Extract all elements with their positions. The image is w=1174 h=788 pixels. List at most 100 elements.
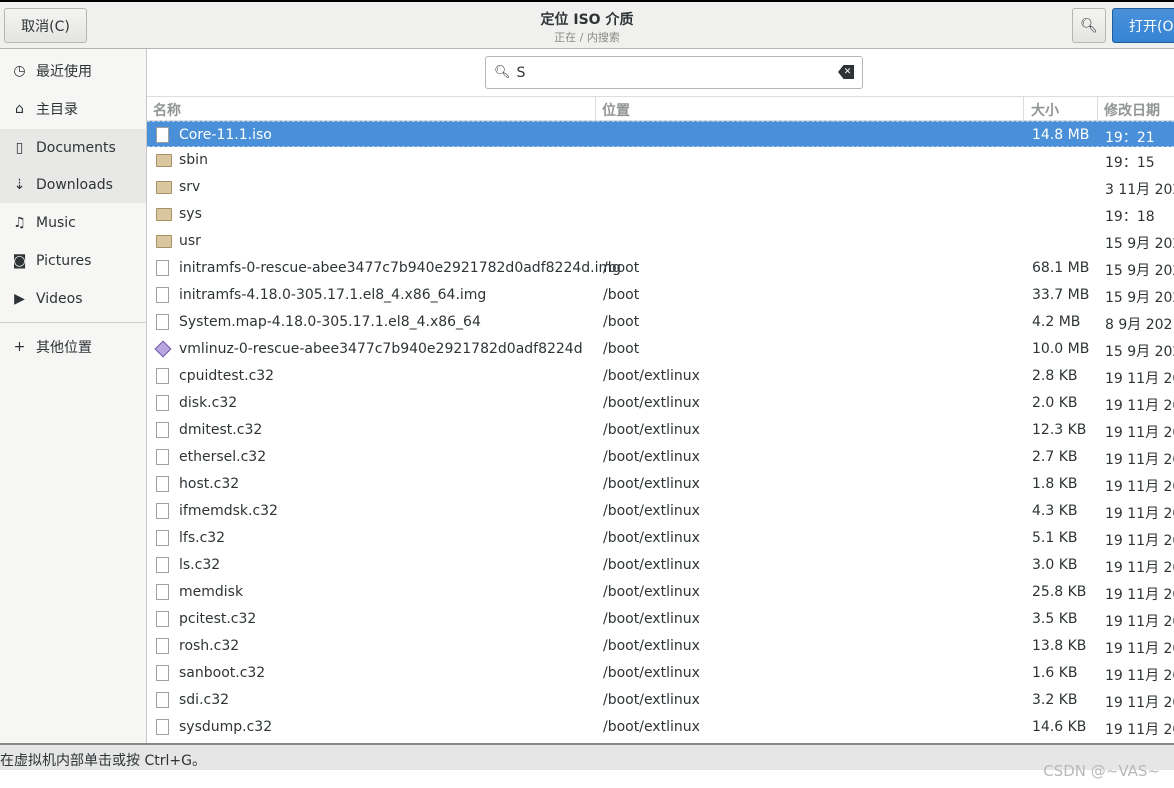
table-row[interactable]: ifmemdsk.c32 /boot/extlinux 4.3 KB 19 11… xyxy=(147,498,1174,525)
dialog-title: 定位 ISO 介质 xyxy=(540,12,634,28)
file-modified: 19：21 xyxy=(1105,130,1155,146)
file-modified: 19 11月 2020 xyxy=(1105,695,1174,711)
file-size: 2.7 KB xyxy=(1032,449,1078,465)
file-size: 3.2 KB xyxy=(1032,692,1078,708)
file-location: /boot/extlinux xyxy=(603,530,700,546)
table-row[interactable]: initramfs-4.18.0-305.17.1.el8_4.x86_64.i… xyxy=(147,282,1174,309)
file-icon xyxy=(156,584,169,600)
file-location: /boot/extlinux xyxy=(603,665,700,681)
file-size: 14.6 KB xyxy=(1032,719,1087,735)
file-icon xyxy=(156,422,169,438)
table-row[interactable]: memdisk /boot/extlinux 25.8 KB 19 11月 20… xyxy=(147,579,1174,606)
file-size: 12.3 KB xyxy=(1032,422,1087,438)
table-row[interactable]: disk.c32 /boot/extlinux 2.0 KB 19 11月 20… xyxy=(147,390,1174,417)
open-button[interactable]: 打开(O) xyxy=(1112,8,1174,43)
file-modified: 15 9月 2021 xyxy=(1105,236,1174,252)
search-input[interactable]: 🔍︎ S ✕ xyxy=(485,56,863,89)
table-row[interactable]: lfs.c32 /boot/extlinux 5.1 KB 19 11月 202… xyxy=(147,525,1174,552)
camera-icon: ◙ xyxy=(12,252,27,269)
column-modified[interactable]: 修改日期 xyxy=(1104,100,1160,120)
file-modified: 19 11月 2020 xyxy=(1105,641,1174,657)
file-modified: 19 11月 2020 xyxy=(1105,506,1174,522)
dialog-subtitle: 正在 / 内搜索 xyxy=(554,31,620,44)
table-row[interactable]: host.c32 /boot/extlinux 1.8 KB 19 11月 20… xyxy=(147,471,1174,498)
file-size: 3.0 KB xyxy=(1032,557,1078,573)
file-size: 68.1 MB xyxy=(1032,260,1090,276)
table-row[interactable]: pcitest.c32 /boot/extlinux 3.5 KB 19 11月… xyxy=(147,606,1174,633)
table-row[interactable]: ethersel.c32 /boot/extlinux 2.7 KB 19 11… xyxy=(147,444,1174,471)
file-name: cpuidtest.c32 xyxy=(179,368,275,384)
sidebar-item-label: Pictures xyxy=(36,252,92,269)
file-icon xyxy=(156,611,169,627)
file-name: host.c32 xyxy=(179,476,240,492)
sidebar-item-1[interactable]: ⌂ 主目录 xyxy=(0,90,146,127)
bottom-area xyxy=(0,770,1174,788)
file-icon xyxy=(156,665,169,681)
file-name: Core-11.1.iso xyxy=(179,127,272,143)
table-row[interactable]: rosh.c32 /boot/extlinux 13.8 KB 19 11月 2… xyxy=(147,633,1174,660)
search-toggle-button[interactable]: 🔍︎ xyxy=(1072,8,1106,43)
file-location: /boot/extlinux xyxy=(603,692,700,708)
table-row[interactable]: vmlinuz-0-rescue-abee3477c7b940e2921782d… xyxy=(147,336,1174,363)
file-location: /boot/extlinux xyxy=(603,422,700,438)
table-row[interactable]: Core-11.1.iso 14.8 MB 19：21 xyxy=(147,121,1174,147)
sidebar-item-3[interactable]: ⇣ Downloads xyxy=(0,166,146,203)
table-row[interactable]: sanboot.c32 /boot/extlinux 1.6 KB 19 11月… xyxy=(147,660,1174,687)
column-location[interactable]: 位置 xyxy=(602,100,630,120)
sidebar-item-5[interactable]: ◙ Pictures xyxy=(0,242,146,279)
file-size: 2.8 KB xyxy=(1032,368,1078,384)
sidebar-separator xyxy=(0,322,146,323)
video-icon: ▶ xyxy=(14,290,25,307)
sidebar-item-4[interactable]: ♫ Music xyxy=(0,204,146,241)
table-row[interactable]: sys 19：18 xyxy=(147,201,1174,228)
file-icon xyxy=(156,503,169,519)
file-modified: 15 9月 2021 xyxy=(1105,344,1174,360)
sidebar-item-label: 主目录 xyxy=(36,101,78,118)
file-modified: 19 11月 2020 xyxy=(1105,479,1174,495)
file-modified: 19 11月 2020 xyxy=(1105,452,1174,468)
file-size: 25.8 KB xyxy=(1032,584,1087,600)
watermark: CSDN @~VAS~ xyxy=(1043,762,1160,780)
table-row[interactable]: cpuidtest.c32 /boot/extlinux 2.8 KB 19 1… xyxy=(147,363,1174,390)
table-row[interactable]: ls.c32 /boot/extlinux 3.0 KB 19 11月 2020 xyxy=(147,552,1174,579)
folder-icon xyxy=(156,235,172,248)
table-row[interactable]: initramfs-0-rescue-abee3477c7b940e292178… xyxy=(147,255,1174,282)
sidebar-item-0[interactable]: ◷ 最近使用 xyxy=(0,52,146,89)
file-modified: 19：18 xyxy=(1105,209,1155,225)
folder-icon xyxy=(156,208,172,221)
file-modified: 19 11月 2020 xyxy=(1105,425,1174,441)
sidebar-item-2[interactable]: ▯ Documents xyxy=(0,129,146,166)
file-name: pcitest.c32 xyxy=(179,611,257,627)
backspace-icon[interactable]: ✕ xyxy=(838,65,854,79)
sidebar: ◷ 最近使用 ⌂ 主目录 ▯ Documents ⇣ Downloads ♫ Music ◙ Pict… xyxy=(0,49,147,743)
table-row[interactable]: sbin 19：15 xyxy=(147,147,1174,174)
download-icon: ⇣ xyxy=(13,176,26,193)
file-name: lfs.c32 xyxy=(179,530,226,546)
file-name: sysdump.c32 xyxy=(179,719,273,735)
sidebar-item-label: Videos xyxy=(36,290,83,307)
table-row[interactable]: srv 3 11月 2021 xyxy=(147,174,1174,201)
file-size: 2.0 KB xyxy=(1032,395,1078,411)
table-header: 名称 位置 大小 修改日期 xyxy=(147,96,1174,121)
file-modified: 19 11月 2020 xyxy=(1105,398,1174,414)
search-value[interactable]: S xyxy=(517,65,526,81)
search-icon: 🔍︎ xyxy=(494,65,511,80)
table-row[interactable]: sdi.c32 /boot/extlinux 3.2 KB 19 11月 202… xyxy=(147,687,1174,714)
column-name[interactable]: 名称 xyxy=(153,100,181,120)
file-location: /boot xyxy=(603,260,640,276)
file-size: 3.5 KB xyxy=(1032,611,1078,627)
column-size[interactable]: 大小 xyxy=(1031,100,1059,120)
table-row[interactable]: dmitest.c32 /boot/extlinux 12.3 KB 19 11… xyxy=(147,417,1174,444)
table-row[interactable]: sysdump.c32 /boot/extlinux 14.6 KB 19 11… xyxy=(147,714,1174,741)
table-row[interactable]: System.map-4.18.0-305.17.1.el8_4.x86_64 … xyxy=(147,309,1174,336)
file-modified: 19 11月 2020 xyxy=(1105,560,1174,576)
file-icon xyxy=(156,287,169,303)
search-icon: 🔍︎ xyxy=(1080,17,1098,34)
file-modified: 19 11月 2020 xyxy=(1105,371,1174,387)
file-name: vmlinuz-0-rescue-abee3477c7b940e2921782d… xyxy=(179,341,583,357)
file-list: Core-11.1.iso 14.8 MB 19：21 sbin 19：15 s… xyxy=(147,121,1174,741)
file-modified: 19 11月 2020 xyxy=(1105,668,1174,684)
table-row[interactable]: usr 15 9月 2021 xyxy=(147,228,1174,255)
sidebar-item-6[interactable]: ▶ Videos xyxy=(0,280,146,317)
sidebar-item-7[interactable]: + 其他位置 xyxy=(0,328,146,365)
